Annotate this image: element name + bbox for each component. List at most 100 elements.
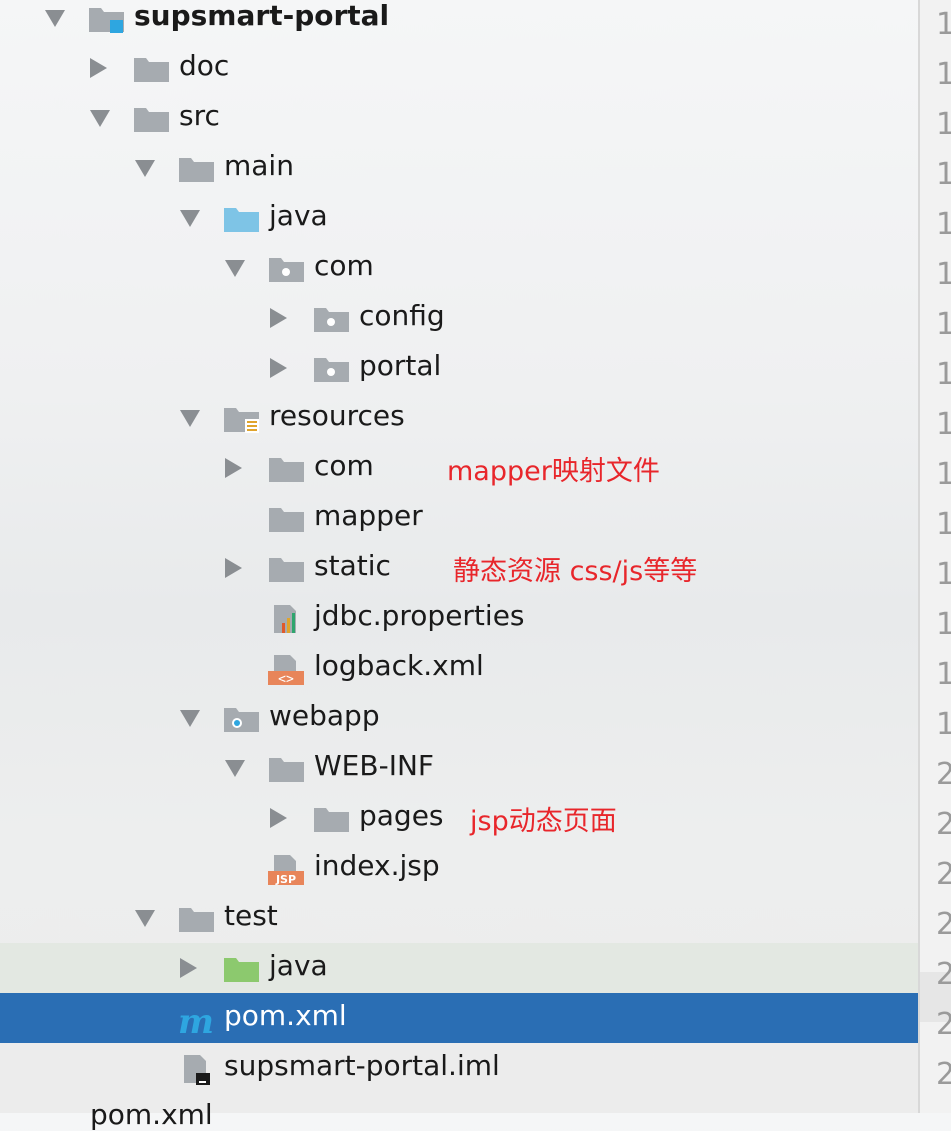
tree-item-index-jsp[interactable]: JSP index.jsp [0, 843, 918, 893]
tree-item-label: test [224, 899, 278, 932]
source-folder-icon [223, 205, 261, 233]
package-icon [268, 255, 306, 283]
tree-item-src[interactable]: src [0, 93, 918, 143]
tree-item-resources[interactable]: resources [0, 393, 918, 443]
tree-item-label: java [269, 199, 328, 232]
web-folder-icon [223, 705, 261, 733]
tree-item-com[interactable]: com [0, 243, 918, 293]
tree-item-pom-xml[interactable]: m pom.xml [0, 993, 918, 1043]
tree-item-web-inf[interactable]: WEB-INF [0, 743, 918, 793]
resources-folder-icon [223, 405, 261, 433]
tree-item-jdbc-properties[interactable]: jdbc.properties [0, 593, 918, 643]
line-number: 1 [936, 257, 951, 292]
collapse-arrow-icon[interactable] [225, 558, 242, 578]
line-number: 2 [936, 807, 951, 842]
expand-arrow-icon[interactable] [90, 110, 110, 127]
tree-item-label: mapper [314, 499, 423, 532]
tree-item-label: WEB-INF [314, 749, 434, 782]
tree-item-label: com [314, 249, 374, 282]
package-icon [313, 305, 351, 333]
line-number: 1 [936, 607, 951, 642]
tree-item-label: portal [359, 349, 442, 382]
expand-arrow-icon[interactable] [180, 710, 200, 727]
tree-item-label: resources [269, 399, 405, 432]
expand-arrow-icon[interactable] [45, 10, 65, 27]
tree-item-partial-label[interactable]: pom.xml [90, 1098, 213, 1131]
maven-file-icon: m [178, 1002, 216, 1042]
tree-item-webapp[interactable]: webapp [0, 693, 918, 743]
line-number: 1 [936, 657, 951, 692]
folder-icon [178, 905, 216, 933]
line-number: 2 [936, 857, 951, 892]
tree-item-java[interactable]: java [0, 943, 918, 993]
tree-item-label: jdbc.properties [314, 599, 525, 632]
folder-icon [268, 555, 306, 583]
expand-arrow-icon[interactable] [180, 210, 200, 227]
tree-item-label: webapp [269, 699, 380, 732]
collapse-arrow-icon[interactable] [270, 358, 287, 378]
line-number: 1 [936, 357, 951, 392]
tree-item-main[interactable]: main [0, 143, 918, 193]
line-number: 2 [936, 907, 951, 942]
properties-file-icon [268, 605, 306, 633]
tree-item-logback-xml[interactable]: <> logback.xml [0, 643, 918, 693]
expand-arrow-icon[interactable] [225, 760, 245, 777]
line-number: 2 [936, 1007, 951, 1042]
expand-arrow-icon[interactable] [180, 410, 200, 427]
annotation-note: jsp动态页面 [470, 806, 617, 837]
line-number: 1 [936, 507, 951, 542]
line-number: 1 [936, 407, 951, 442]
tree-item-mapper[interactable]: mapper [0, 493, 918, 543]
line-number: 1 [936, 57, 951, 92]
expand-arrow-icon[interactable] [135, 160, 155, 177]
tree-item-label: supsmart-portal.iml [224, 1049, 500, 1082]
tree-item-label: main [224, 149, 294, 182]
annotation-note: 静态资源 css/js等等 [453, 556, 698, 587]
line-number-gutter: 1 1 1 1 1 1 1 1 1 1 1 1 1 1 1 2 2 2 2 2 2 2 [918, 0, 951, 1113]
project-tree: supsmart-portal doc src main java com config po… [0, 0, 918, 1113]
tree-item-label: src [179, 99, 220, 132]
svg-text:<>: <> [278, 672, 294, 685]
xml-file-icon: <> [268, 655, 306, 687]
tree-item-java[interactable]: java [0, 193, 918, 243]
tree-item-label: logback.xml [314, 649, 484, 682]
folder-icon [133, 105, 171, 133]
collapse-arrow-icon[interactable] [225, 458, 242, 478]
tree-item-doc[interactable]: doc [0, 43, 918, 93]
line-number: 2 [936, 957, 951, 992]
line-number: 2 [936, 1057, 951, 1092]
tree-item-config[interactable]: config [0, 293, 918, 343]
expand-arrow-icon[interactable] [135, 910, 155, 927]
line-number: 2 [936, 757, 951, 792]
folder-icon [268, 505, 306, 533]
collapse-arrow-icon[interactable] [270, 808, 287, 828]
expand-arrow-icon[interactable] [225, 260, 245, 277]
collapse-arrow-icon[interactable] [90, 58, 107, 78]
folder-icon [268, 755, 306, 783]
collapse-arrow-icon[interactable] [270, 308, 287, 328]
tree-item-pages[interactable]: pages [0, 793, 918, 843]
line-number: 1 [936, 307, 951, 342]
collapse-arrow-icon[interactable] [180, 958, 197, 978]
folder-icon [178, 155, 216, 183]
tree-item-label: pom.xml [224, 999, 347, 1032]
svg-text:JSP: JSP [275, 873, 296, 885]
line-number: 1 [936, 7, 951, 42]
folder-icon [313, 805, 351, 833]
line-number: 1 [936, 707, 951, 742]
line-number: 1 [936, 557, 951, 592]
jsp-file-icon: JSP [268, 855, 306, 886]
line-number: 1 [936, 457, 951, 492]
tree-item-supsmart-portal-iml[interactable]: supsmart-portal.iml [0, 1043, 918, 1093]
tree-item-label: supsmart-portal [134, 0, 390, 32]
tree-item-portal[interactable]: portal [0, 343, 918, 393]
package-icon [313, 355, 351, 383]
svg-text:m: m [178, 1005, 214, 1035]
tree-item-label: doc [179, 49, 230, 82]
tree-item-label: pages [359, 799, 444, 832]
tree-item-test[interactable]: test [0, 893, 918, 943]
folder-icon [268, 455, 306, 483]
folder-icon [133, 55, 171, 83]
tree-item-supsmart-portal[interactable]: supsmart-portal [0, 0, 918, 43]
tree-item-label: config [359, 299, 445, 332]
